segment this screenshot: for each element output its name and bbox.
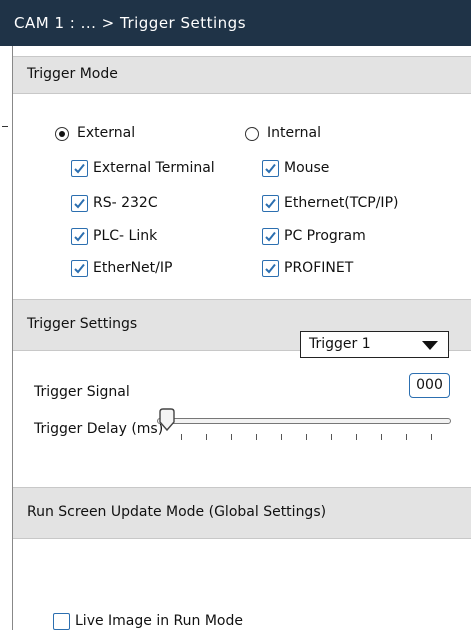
checkbox-profinet[interactable]: PROFINET: [262, 260, 402, 280]
radio-internal[interactable]: Internal: [245, 125, 355, 145]
checkbox-label: RS- 232C: [93, 195, 158, 211]
checkbox-label: Live Image in Run Mode: [75, 613, 243, 629]
section-header-run-screen: Run Screen Update Mode (Global Settings): [13, 487, 471, 539]
trigger-delay-label: Trigger Delay (ms): [34, 421, 164, 437]
radio-external[interactable]: External: [55, 125, 225, 145]
breadcrumb: CAM 1 : ... > Trigger Settings: [14, 14, 247, 32]
radio-label: External: [77, 125, 136, 141]
trigger-signal-dropdown[interactable]: Trigger 1: [300, 331, 449, 358]
dropdown-value: Trigger 1: [309, 336, 371, 352]
checkbox-pc-program[interactable]: PC Program: [262, 228, 412, 248]
radio-label: Internal: [267, 125, 321, 141]
slider-tick: [356, 434, 357, 440]
slider-tick: [256, 434, 257, 440]
chevron-down-icon: [422, 341, 438, 350]
checkbox-checked-icon: [71, 160, 88, 177]
checkbox-label: PROFINET: [284, 260, 354, 276]
checkbox-checked-icon: [262, 195, 279, 212]
checkbox-checked-icon: [71, 228, 88, 245]
slider-tick: [406, 434, 407, 440]
trigger-signal-label: Trigger Signal: [34, 384, 130, 400]
trigger-delay-slider[interactable]: [157, 408, 453, 440]
checkbox-plc-link[interactable]: PLC- Link: [71, 228, 251, 248]
checkbox-unchecked-icon: [53, 613, 70, 630]
checkbox-checked-icon: [262, 228, 279, 245]
slider-tick: [331, 434, 332, 440]
checkbox-ethernet-tcpip[interactable]: Ethernet(TCP/IP): [262, 195, 452, 215]
checkbox-label: PLC- Link: [93, 228, 158, 244]
checkbox-label: Ethernet(TCP/IP): [284, 195, 399, 211]
checkbox-external-terminal[interactable]: External Terminal: [71, 160, 251, 180]
checkbox-live-image[interactable]: Live Image in Run Mode: [53, 613, 313, 633]
checkbox-checked-icon: [71, 195, 88, 212]
edge-marker: [2, 126, 8, 127]
checkbox-checked-icon: [262, 160, 279, 177]
trigger-delay-input[interactable]: 000: [409, 373, 450, 398]
checkbox-checked-icon: [262, 260, 279, 277]
slider-tick: [306, 434, 307, 440]
section-title: Trigger Mode: [27, 66, 118, 82]
radio-unselected-icon: [245, 127, 259, 141]
checkbox-label: External Terminal: [93, 160, 215, 176]
checkbox-rs232c[interactable]: RS- 232C: [71, 195, 251, 215]
radio-selected-icon: [55, 127, 69, 141]
slider-tick: [281, 434, 282, 440]
section-title: Run Screen Update Mode (Global Settings): [27, 504, 327, 520]
checkbox-label: Mouse: [284, 160, 330, 176]
settings-panel: Trigger Mode External Internal External …: [12, 46, 471, 630]
section-title: Trigger Settings: [27, 316, 138, 332]
checkbox-label: EtherNet/IP: [93, 260, 173, 276]
checkbox-ethernet-ip[interactable]: EtherNet/IP: [71, 260, 251, 280]
slider-track: [157, 418, 451, 424]
title-bar: CAM 1 : ... > Trigger Settings: [0, 0, 471, 46]
checkbox-label: PC Program: [284, 228, 366, 244]
slider-tick: [206, 434, 207, 440]
section-header-trigger-mode: Trigger Mode: [13, 56, 471, 94]
slider-tick: [181, 434, 182, 440]
slider-tick: [431, 434, 432, 440]
checkbox-checked-icon: [71, 260, 88, 277]
slider-tick: [381, 434, 382, 440]
slider-thumb[interactable]: [157, 408, 177, 436]
slider-tick: [231, 434, 232, 440]
checkbox-mouse[interactable]: Mouse: [262, 160, 382, 180]
